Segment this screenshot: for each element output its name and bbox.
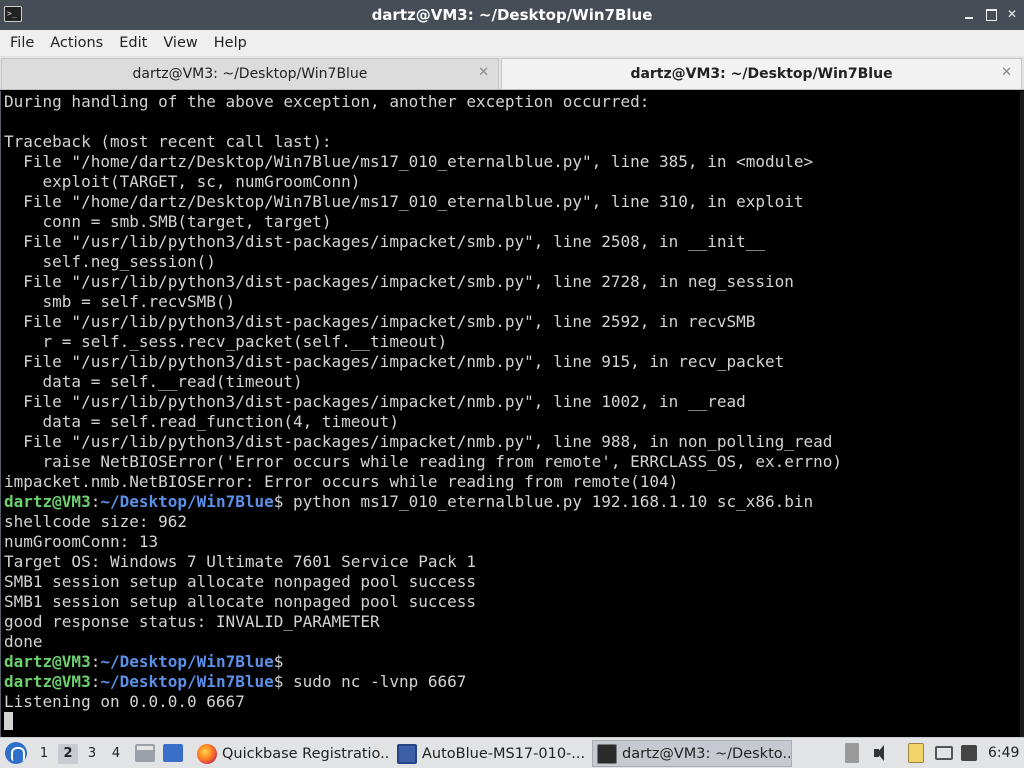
- prompt-symbol: $: [273, 492, 284, 511]
- prompt-path: ~/Desktop/Win7Blue: [100, 652, 274, 671]
- firefox-icon: [197, 743, 217, 764]
- menu-file[interactable]: File: [2, 35, 42, 51]
- terminal-line: During handling of the above exception, …: [4, 92, 650, 111]
- menu-edit[interactable]: Edit: [111, 35, 155, 51]
- terminal-line: SMB1 session setup allocate nonpaged poo…: [4, 572, 477, 591]
- clipboard-icon[interactable]: [908, 743, 924, 763]
- prompt-user: dartz@VM3: [4, 652, 91, 671]
- terminal-line: Target OS: Windows 7 Ultimate 7601 Servi…: [4, 552, 477, 571]
- workspace-1[interactable]: 1: [34, 744, 54, 764]
- prompt-path: ~/Desktop/Win7Blue: [100, 492, 274, 511]
- tab-bar: dartz@VM3: ~/Desktop/Win7Blue ✕ dartz@VM…: [0, 56, 1024, 90]
- terminal-scrollbar[interactable]: [1020, 91, 1024, 737]
- terminal-line: File "/usr/lib/python3/dist-packages/imp…: [4, 232, 765, 251]
- network-icon[interactable]: [935, 746, 953, 760]
- tab-terminal-1[interactable]: dartz@VM3: ~/Desktop/Win7Blue ✕: [1, 58, 499, 89]
- task-label: AutoBlue-MS17-010-...: [422, 745, 586, 762]
- prompt-user: dartz@VM3: [4, 492, 91, 511]
- taskbar: 1 2 3 4 Quickbase Registratio... AutoBlu…: [0, 737, 1024, 768]
- prompt-command: sudo nc -lvnp 6667: [283, 672, 467, 691]
- terminal-line: File "/home/dartz/Desktop/Win7Blue/ms17_…: [4, 152, 814, 171]
- prompt-line: dartz@VM3:~/Desktop/Win7Blue$ sudo nc -l…: [4, 672, 842, 692]
- terminal-line: shellcode size: 962: [4, 512, 188, 531]
- terminal-line: raise NetBIOSError('Error occurs while r…: [4, 452, 843, 471]
- terminal-line: File "/usr/lib/python3/dist-packages/imp…: [4, 312, 756, 331]
- terminal-output: During handling of the above exception, …: [4, 92, 842, 732]
- maximize-button[interactable]: [984, 7, 998, 21]
- task-label: Quickbase Registratio...: [222, 745, 389, 762]
- terminal-line: smb = self.recvSMB(): [4, 292, 236, 311]
- prompt-colon: :: [90, 652, 101, 671]
- prompt-colon: :: [90, 492, 101, 511]
- terminal-line: SMB1 session setup allocate nonpaged poo…: [4, 592, 477, 611]
- terminal-line: data = self.__read(timeout): [4, 372, 303, 391]
- prompt-command: python ms17_010_eternalblue.py 192.168.1…: [283, 492, 814, 511]
- prompt-line: dartz@VM3:~/Desktop/Win7Blue$: [4, 652, 842, 672]
- workspace-2[interactable]: 2: [58, 744, 78, 764]
- menu-help[interactable]: Help: [206, 35, 255, 51]
- menubar: File Actions Edit View Help: [0, 30, 1024, 56]
- file-manager-icon[interactable]: [135, 744, 155, 762]
- window-titlebar: >_ dartz@VM3: ~/Desktop/Win7Blue ✕: [0, 0, 1024, 30]
- terminal-line: File "/home/dartz/Desktop/Win7Blue/ms17_…: [4, 192, 804, 211]
- menu-view[interactable]: View: [155, 35, 205, 51]
- tab-terminal-2[interactable]: dartz@VM3: ~/Desktop/Win7Blue ✕: [501, 58, 1022, 89]
- taskbar-task-firefox[interactable]: Quickbase Registratio...: [193, 740, 389, 767]
- terminal-line: good response status: INVALID_PARAMETER: [4, 612, 380, 631]
- terminal-line: conn = smb.SMB(target, target): [4, 212, 332, 231]
- tab-label: dartz@VM3: ~/Desktop/Win7Blue: [630, 66, 893, 82]
- tab-label: dartz@VM3: ~/Desktop/Win7Blue: [132, 66, 368, 82]
- terminal-line: File "/usr/lib/python3/dist-packages/imp…: [4, 352, 785, 371]
- start-menu-icon[interactable]: [5, 742, 27, 764]
- prompt-colon: :: [90, 672, 101, 691]
- close-window-button[interactable]: ✕: [1005, 7, 1019, 21]
- terminal-line: File "/usr/lib/python3/dist-packages/imp…: [4, 272, 794, 291]
- terminal-view[interactable]: During handling of the above exception, …: [0, 91, 1024, 737]
- task-label: dartz@VM3: ~/Deskto...: [622, 745, 791, 762]
- notifications-icon[interactable]: [961, 745, 977, 761]
- menu-actions[interactable]: Actions: [42, 35, 111, 51]
- workspace-3[interactable]: 3: [82, 744, 102, 764]
- terminal-line: data = self.read_function(4, timeout): [4, 412, 399, 431]
- terminal-line: File "/usr/lib/python3/dist-packages/imp…: [4, 432, 833, 451]
- tab-close-icon[interactable]: ✕: [478, 65, 489, 80]
- prompt-line: dartz@VM3:~/Desktop/Win7Blue$ python ms1…: [4, 492, 842, 512]
- show-desktop-icon[interactable]: [163, 744, 183, 762]
- prompt-path: ~/Desktop/Win7Blue: [100, 672, 274, 691]
- window-title: dartz@VM3: ~/Desktop/Win7Blue: [371, 6, 653, 24]
- workspace-4[interactable]: 4: [106, 744, 126, 764]
- volume-icon[interactable]: [872, 743, 892, 763]
- cursor-line: [4, 712, 842, 732]
- terminal-line: exploit(TARGET, sc, numGroomConn): [4, 172, 361, 191]
- terminal-line: Traceback (most recent call last):: [4, 132, 332, 151]
- prompt-symbol: $: [273, 652, 284, 671]
- terminal-line: numGroomConn: 13: [4, 532, 159, 551]
- terminal-line: File "/usr/lib/python3/dist-packages/imp…: [4, 392, 746, 411]
- terminal-line: impacket.nmb.NetBIOSError: Error occurs …: [4, 472, 679, 491]
- taskbar-task-file-manager[interactable]: AutoBlue-MS17-010-...: [393, 740, 589, 767]
- terminal-line: r = self._sess.recv_packet(self.__timeou…: [4, 332, 448, 351]
- text-cursor: [4, 712, 13, 730]
- taskbar-task-terminal[interactable]: dartz@VM3: ~/Deskto...: [592, 740, 792, 767]
- minimize-button[interactable]: [962, 7, 976, 21]
- clock[interactable]: 6:49: [988, 745, 1019, 761]
- terminal-line: self.neg_session(): [4, 252, 216, 271]
- terminal-line: done: [4, 632, 43, 651]
- terminal-line: Listening on 0.0.0.0 6667: [4, 692, 245, 711]
- terminal-icon: [597, 743, 617, 764]
- folder-icon: [397, 743, 417, 764]
- prompt-user: dartz@VM3: [4, 672, 91, 691]
- tray-app-icon[interactable]: [845, 743, 859, 763]
- prompt-symbol: $: [273, 672, 284, 691]
- tab-close-icon[interactable]: ✕: [1001, 65, 1012, 80]
